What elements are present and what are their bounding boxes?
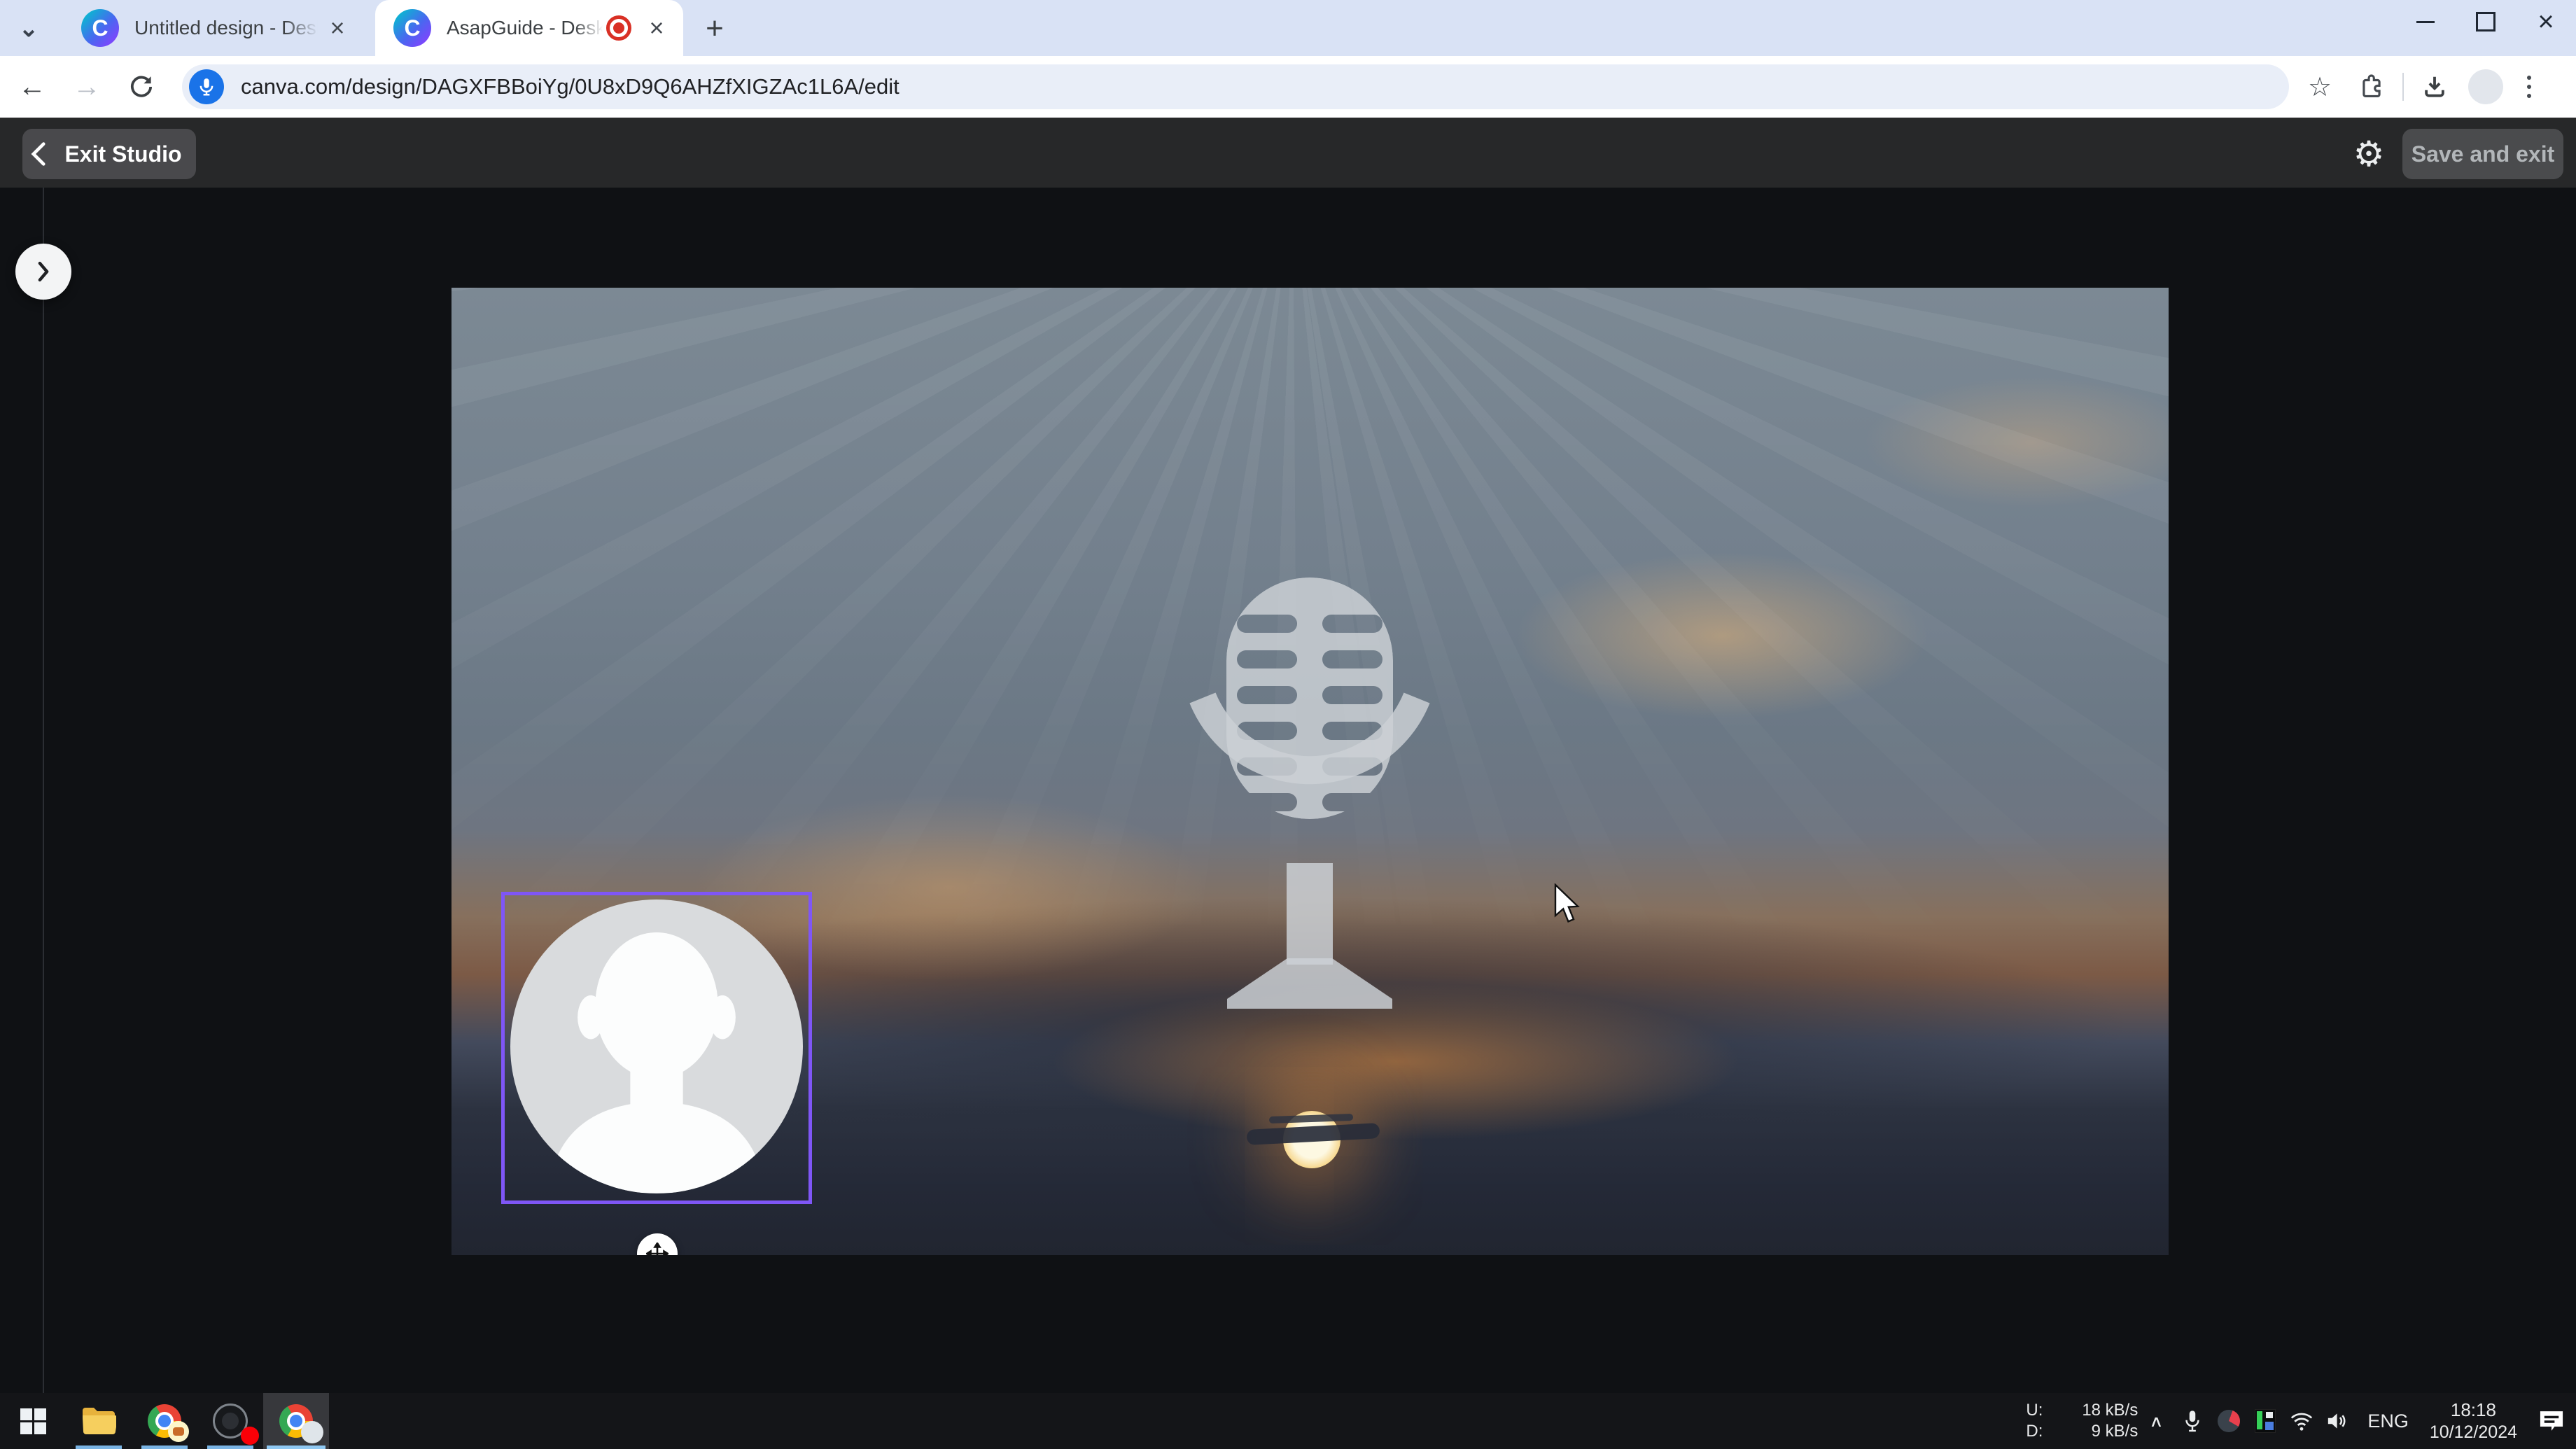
canva-favicon: C <box>393 9 431 47</box>
save-and-exit-button[interactable]: Save and exit <box>2402 129 2563 179</box>
reload-button[interactable] <box>119 64 164 109</box>
browser-menu-button[interactable] <box>2514 76 2544 98</box>
chevron-right-icon <box>36 260 51 284</box>
sidebar-divider <box>43 188 44 1393</box>
notification-center-button[interactable] <box>2527 1393 2576 1449</box>
tab-search-chevron-icon[interactable]: ⌄ <box>13 13 45 45</box>
running-indicator <box>207 1446 253 1449</box>
close-tab-icon[interactable]: × <box>322 13 353 43</box>
tab-untitled-design[interactable]: C Untitled design - Desktop Wallp × <box>63 0 364 56</box>
restore-button[interactable] <box>2456 0 2516 43</box>
close-window-button[interactable]: × <box>2516 0 2576 43</box>
toolbar-divider <box>2402 73 2404 101</box>
tab-asapguide[interactable]: C AsapGuide - Desktop Wallp × <box>375 0 683 56</box>
upload-label: U: <box>2026 1400 2043 1421</box>
language-indicator[interactable]: ENG <box>2356 1410 2420 1432</box>
extensions-icon[interactable] <box>2351 66 2393 108</box>
save-and-exit-label: Save and exit <box>2412 141 2555 167</box>
close-tab-icon[interactable]: × <box>641 13 672 43</box>
notification-icon <box>2538 1409 2565 1433</box>
profile-badge-icon <box>301 1421 323 1443</box>
window-controls: × <box>2395 0 2576 43</box>
tray-mic-icon[interactable] <box>2174 1393 2211 1449</box>
forward-button[interactable]: → <box>64 64 109 109</box>
taskbar-clock[interactable]: 18:18 10/12/2024 <box>2420 1399 2527 1443</box>
clock-time: 18:18 <box>2430 1399 2517 1421</box>
screen: ⌄ C Untitled design - Desktop Wallp × C … <box>0 0 2576 1449</box>
tab-title: Untitled design - Desktop Wallp <box>134 17 322 39</box>
minimize-button[interactable] <box>2395 0 2456 43</box>
start-button[interactable] <box>0 1393 66 1449</box>
restore-icon <box>2476 12 2496 31</box>
taskbar-obs-studio[interactable] <box>197 1393 263 1449</box>
file-explorer-icon <box>81 1406 116 1436</box>
microphone-graphic <box>1177 575 1443 1009</box>
back-chevron-icon <box>31 141 46 167</box>
move-icon <box>646 1242 668 1255</box>
studio-header: Exit Studio ⚙ Save and exit <box>0 118 2576 188</box>
back-button[interactable]: ← <box>10 64 55 109</box>
wifi-icon[interactable] <box>2283 1393 2320 1449</box>
system-tray: U: 18 kB/s D: 9 kB/s ∧ ENG <box>2026 1393 2576 1449</box>
expand-panel-button[interactable] <box>15 244 71 300</box>
running-indicator <box>141 1446 188 1449</box>
upload-value: 18 kB/s <box>2082 1400 2138 1421</box>
minimize-icon <box>2416 21 2435 23</box>
mic-permission-icon[interactable] <box>189 69 224 104</box>
taskbar-chrome-profile1[interactable] <box>132 1393 197 1449</box>
mouse-cursor <box>1553 883 1586 930</box>
settings-gear-icon[interactable]: ⚙ <box>2342 127 2395 181</box>
avatar-placeholder <box>510 899 803 1194</box>
address-bar[interactable]: canva.com/design/DAGXFBBoiYg/0U8xD9Q6AHZ… <box>182 64 2289 109</box>
taskbar-file-explorer[interactable] <box>66 1393 132 1449</box>
active-indicator <box>267 1446 326 1449</box>
webcam-placeholder-selection[interactable] <box>501 892 812 1204</box>
video-preview-canvas: Record <box>451 288 2169 1255</box>
canva-favicon: C <box>81 9 119 47</box>
hidden-icons-chevron[interactable]: ∧ <box>2138 1399 2174 1443</box>
tray-obs-icon[interactable] <box>2211 1393 2247 1449</box>
download-value: 9 kB/s <box>2092 1421 2138 1442</box>
tray-monitor-icon[interactable] <box>2247 1393 2283 1449</box>
browser-profile-avatar[interactable] <box>2468 69 2503 104</box>
windows-logo-icon <box>20 1408 46 1434</box>
download-label: D: <box>2026 1421 2043 1442</box>
new-tab-button[interactable]: + <box>697 11 732 46</box>
studio-content: Record <box>0 188 2576 1393</box>
recording-dot-icon <box>241 1427 259 1445</box>
download-icon[interactable] <box>2414 66 2456 108</box>
taskbar-chrome-active[interactable] <box>263 1393 329 1449</box>
running-indicator <box>76 1446 122 1449</box>
bookmark-star-icon[interactable]: ☆ <box>2299 66 2341 108</box>
tab-title: AsapGuide - Desktop Wallp <box>447 17 606 39</box>
volume-icon[interactable] <box>2320 1393 2356 1449</box>
exit-studio-label: Exit Studio <box>64 141 181 167</box>
profile-badge-icon <box>168 1421 189 1442</box>
url-text: canva.com/design/DAGXFBBoiYg/0U8xD9Q6AHZ… <box>241 74 899 99</box>
clock-date: 10/12/2024 <box>2430 1421 2517 1443</box>
exit-studio-button[interactable]: Exit Studio <box>22 129 196 179</box>
tab-recording-indicator-icon <box>606 15 631 41</box>
browser-tab-strip: ⌄ C Untitled design - Desktop Wallp × C … <box>0 0 2576 56</box>
reload-icon <box>128 74 155 100</box>
network-speed-widget[interactable]: U: 18 kB/s D: 9 kB/s <box>2026 1400 2138 1442</box>
browser-toolbar: ← → canva.com/design/DAGXFBBoiYg/0U8xD9Q… <box>0 56 2576 118</box>
